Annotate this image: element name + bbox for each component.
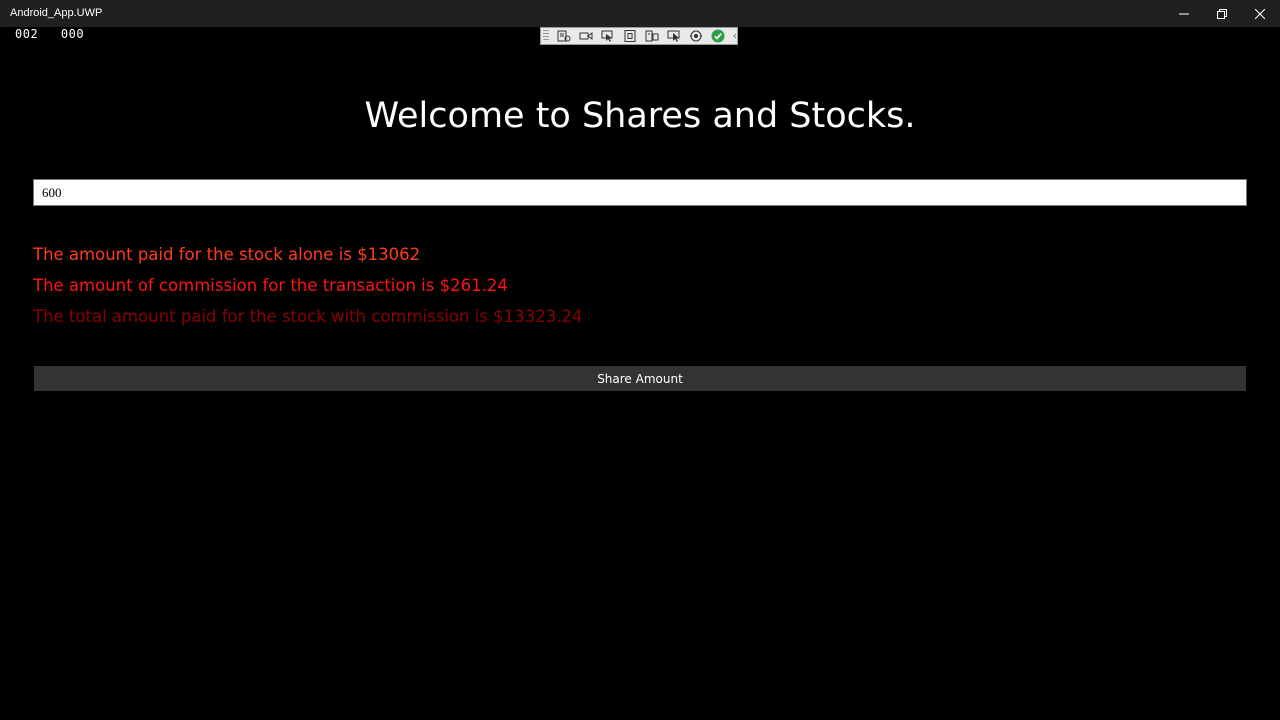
close-icon: [1255, 8, 1265, 19]
hot-reload-status-check-icon: [711, 29, 725, 43]
commission-result: The amount of commission for the transac…: [33, 276, 508, 295]
frame-counter-second: 000: [60, 27, 85, 41]
hot-reload-icon: [689, 30, 702, 42]
hot-reload-button[interactable]: [687, 29, 705, 43]
xaml-debug-toolbar: ‹: [540, 27, 738, 45]
frame-counter-first: 002: [15, 27, 39, 41]
title-bar[interactable]: Android_App.UWP: [0, 0, 1280, 27]
restore-button[interactable]: [1203, 0, 1241, 27]
close-button[interactable]: [1241, 0, 1279, 27]
track-focused-element-icon: [645, 30, 659, 42]
record-icon: [579, 32, 593, 40]
preview-selection-button[interactable]: [665, 29, 683, 43]
share-amount-button[interactable]: Share Amount: [34, 366, 1246, 391]
select-element-icon: [601, 30, 613, 42]
stock-alone-result: The amount paid for the stock alone is $…: [33, 245, 421, 264]
record-button[interactable]: [577, 29, 595, 43]
select-element-button[interactable]: [599, 29, 617, 43]
live-visual-tree-icon: [557, 30, 571, 42]
hot-reload-status-button[interactable]: [709, 29, 727, 43]
live-visual-tree-button[interactable]: [555, 29, 573, 43]
restore-icon: [1217, 8, 1227, 19]
toolbar-collapse-icon[interactable]: ‹: [733, 29, 737, 43]
share-count-input[interactable]: [33, 179, 1247, 206]
page-title: Welcome to Shares and Stocks.: [364, 96, 916, 136]
total-result: The total amount paid for the stock with…: [33, 307, 583, 326]
preview-selection-icon: [667, 30, 680, 42]
minimize-button[interactable]: [1165, 0, 1203, 27]
display-layout-adorners-button[interactable]: [621, 29, 639, 43]
display-layout-adorners-icon: [624, 30, 636, 42]
frame-rate-counter: 002 000: [15, 27, 84, 41]
app-window: Android_App.UWP 002 000 ‹ Welcome to Sha…: [0, 0, 1280, 720]
toolbar-grip-icon[interactable]: [543, 30, 549, 42]
track-focused-element-button[interactable]: [643, 29, 661, 43]
window-title: Android_App.UWP: [10, 7, 103, 19]
minimize-icon: [1179, 13, 1189, 14]
